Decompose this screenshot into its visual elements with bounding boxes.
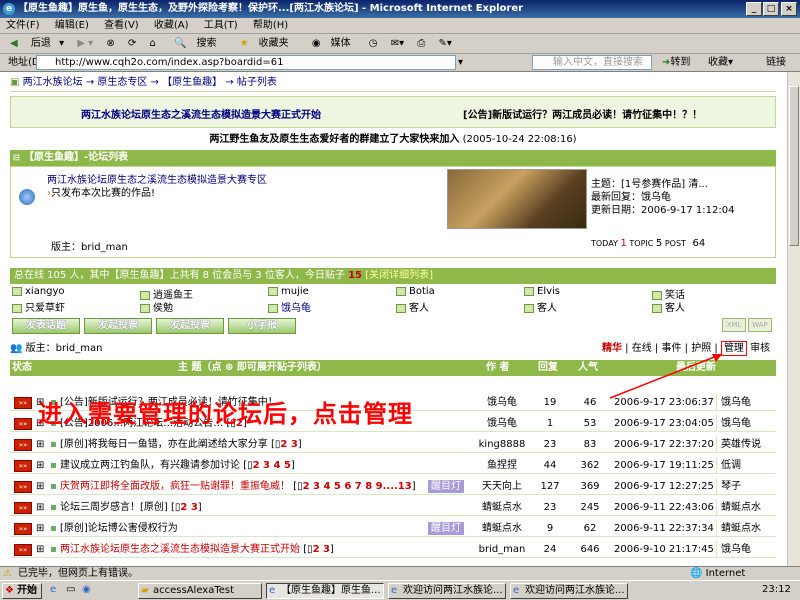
taskbar: ❖ 开始 e ▭ ◉ ▰ accessAlexaTest e 【原生鱼趣】原生鱼..… <box>0 580 800 600</box>
ie-task-icon: e <box>513 585 520 596</box>
internet-zone: 🌐 Internet <box>690 568 746 579</box>
start-button[interactable]: ❖ 开始 <box>2 583 42 599</box>
annotation-arrow <box>609 353 723 399</box>
task-forum-active[interactable]: e 【原生鱼趣】原生鱼... <box>266 583 384 599</box>
scrollbar-thumb[interactable] <box>789 86 799 246</box>
clock: 23:12 <box>762 584 791 595</box>
quicklaunch-media-icon[interactable]: ◉ <box>82 584 91 595</box>
warning-icon[interactable]: ⚠ <box>3 567 12 581</box>
ie-task-icon: e <box>391 585 398 596</box>
task-forum-2[interactable]: e 欢迎访问两江水族论... <box>388 583 506 599</box>
windows-logo-icon: ❖ <box>5 585 14 596</box>
vertical-scrollbar[interactable] <box>787 72 800 566</box>
annotation-text: 进入需要管理的论坛后，点击管理 <box>38 399 413 428</box>
status-text: 已完毕，但网页上有错误。 <box>18 568 138 579</box>
task-access[interactable]: ▰ accessAlexaTest <box>138 583 262 599</box>
folder-icon: ▰ <box>141 585 149 596</box>
task-forum-3[interactable]: e 欢迎访问两江水族论... <box>510 583 628 599</box>
ie-task-icon: e <box>269 585 276 596</box>
status-bar: ⚠ 已完毕，但网页上有错误。 🌐 Internet <box>0 566 800 580</box>
quicklaunch-ie-icon[interactable]: e <box>50 584 56 595</box>
quicklaunch-desktop-icon[interactable]: ▭ <box>66 584 75 595</box>
